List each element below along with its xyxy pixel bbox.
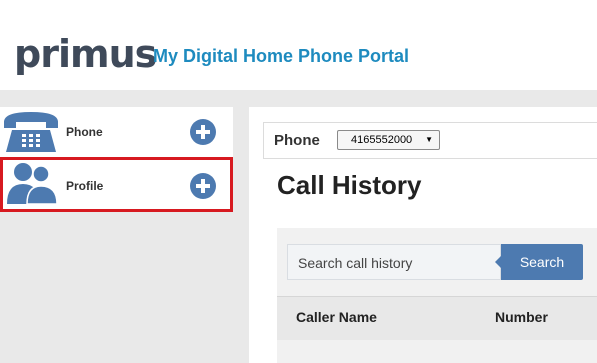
header: primus My Digital Home Phone Portal: [0, 0, 597, 90]
portal-title: My Digital Home Phone Portal: [153, 46, 410, 66]
telephone-icon: [4, 112, 58, 152]
sidebar-item-label: Phone: [66, 125, 103, 139]
phone-selector-bar: Phone 4165552000 ▼: [263, 122, 597, 159]
expand-plus-icon[interactable]: [190, 119, 216, 145]
sidebar-item-phone[interactable]: Phone: [0, 107, 233, 157]
selected-phone-value: 4165552000: [351, 134, 413, 146]
sidebar-item-profile[interactable]: Profile: [0, 157, 233, 212]
phone-number-select[interactable]: 4165552000 ▼: [337, 130, 440, 150]
page-title: Call History: [277, 170, 422, 200]
sidebar-item-label: Profile: [66, 179, 104, 193]
phone-label: Phone: [274, 132, 320, 149]
primus-logo[interactable]: primus: [14, 34, 157, 74]
search-button[interactable]: Search: [495, 244, 583, 280]
column-header-caller-name[interactable]: Caller Name: [296, 309, 377, 325]
table-header: Caller Name Number: [277, 296, 597, 340]
column-header-number[interactable]: Number: [495, 309, 548, 325]
dropdown-arrow-icon: ▼: [425, 135, 433, 144]
search-placeholder: Search call history: [298, 255, 413, 271]
expand-plus-icon[interactable]: [190, 173, 216, 199]
people-icon: [7, 163, 58, 205]
search-input[interactable]: Search call history: [287, 244, 501, 280]
